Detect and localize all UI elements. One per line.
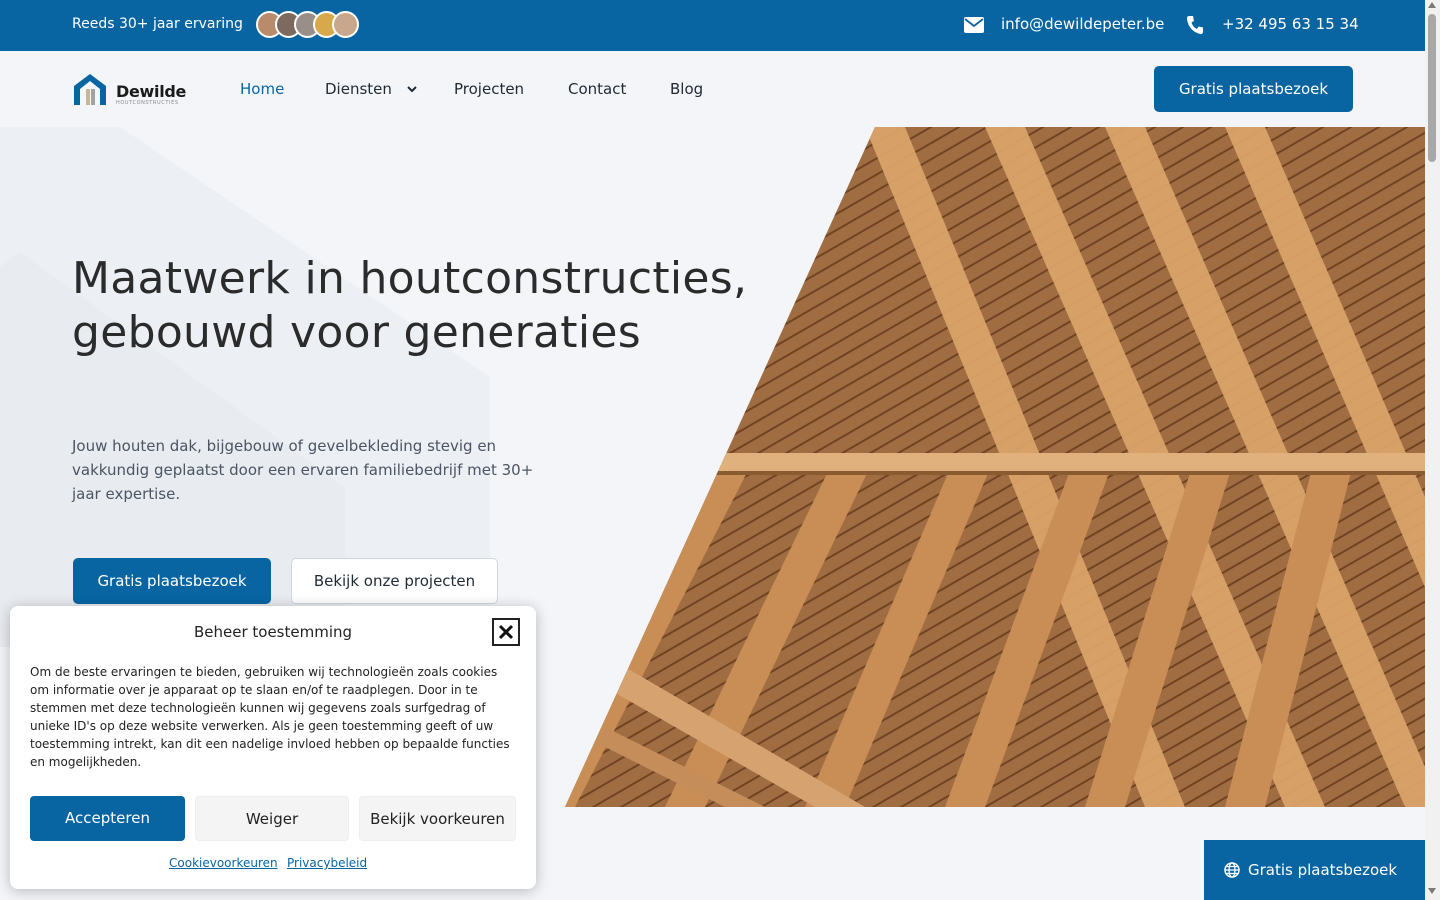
privacy-policy-link[interactable]: Privacybeleid bbox=[287, 856, 367, 870]
nav-home[interactable]: Home bbox=[240, 80, 284, 98]
hero-primary-button[interactable]: Gratis plaatsbezoek bbox=[73, 558, 271, 604]
phone-link[interactable]: +32 495 63 15 34 bbox=[1222, 15, 1359, 33]
experience-text: Reeds 30+ jaar ervaring bbox=[72, 16, 243, 32]
logo-name: Dewilde bbox=[116, 82, 187, 101]
hero-image-wooden-roof bbox=[565, 127, 1425, 807]
close-button[interactable] bbox=[492, 618, 520, 646]
chevron-down-icon bbox=[406, 86, 417, 93]
cookie-title: Beheer toestemming bbox=[193, 623, 353, 641]
envelope-icon bbox=[964, 17, 984, 33]
header-cta-button[interactable]: Gratis plaatsbezoek bbox=[1154, 66, 1353, 112]
logo-subtitle: HOUTCONSTRUCTIES bbox=[116, 100, 179, 106]
globe-icon bbox=[1224, 862, 1240, 878]
view-preferences-button[interactable]: Bekijk voorkeuren bbox=[359, 796, 516, 841]
floating-cta-button[interactable]: Gratis plaatsbezoek bbox=[1204, 840, 1425, 900]
nav-diensten-label: Diensten bbox=[325, 80, 392, 98]
cookie-text: Om de beste ervaringen te bieden, gebrui… bbox=[30, 665, 510, 769]
close-icon bbox=[498, 624, 514, 640]
floating-cta-label: Gratis plaatsbezoek bbox=[1248, 861, 1398, 879]
page-scrollbar[interactable] bbox=[1425, 0, 1440, 900]
house-logo-icon bbox=[74, 74, 106, 105]
nav-contact[interactable]: Contact bbox=[568, 80, 626, 98]
scroll-down-arrow-icon[interactable] bbox=[1428, 888, 1436, 894]
nav-diensten[interactable]: Diensten bbox=[325, 80, 417, 98]
deny-button[interactable]: Weiger bbox=[195, 796, 349, 841]
nav-blog[interactable]: Blog bbox=[670, 80, 703, 98]
phone-icon bbox=[1186, 16, 1203, 35]
logo[interactable]: Dewilde HOUTCONSTRUCTIES bbox=[72, 72, 187, 108]
email-link[interactable]: info@dewildepeter.be bbox=[1001, 15, 1164, 33]
top-bar: Reeds 30+ jaar ervaring info@dewildepete… bbox=[0, 0, 1440, 51]
nav-projecten[interactable]: Projecten bbox=[454, 80, 524, 98]
avatar bbox=[332, 11, 359, 38]
scrollbar-thumb[interactable] bbox=[1428, 14, 1436, 162]
accept-button[interactable]: Accepteren bbox=[30, 796, 185, 841]
scroll-up-arrow-icon[interactable] bbox=[1428, 2, 1436, 8]
cookie-consent-dialog: Beheer toestemming Om de beste ervaringe… bbox=[10, 606, 536, 889]
hero-secondary-button[interactable]: Bekijk onze projecten bbox=[291, 558, 498, 604]
hero-subtitle: Jouw houten dak, bijgebouw of gevelbekle… bbox=[72, 437, 534, 503]
cookie-preferences-link[interactable]: Cookievoorkeuren bbox=[169, 856, 278, 870]
